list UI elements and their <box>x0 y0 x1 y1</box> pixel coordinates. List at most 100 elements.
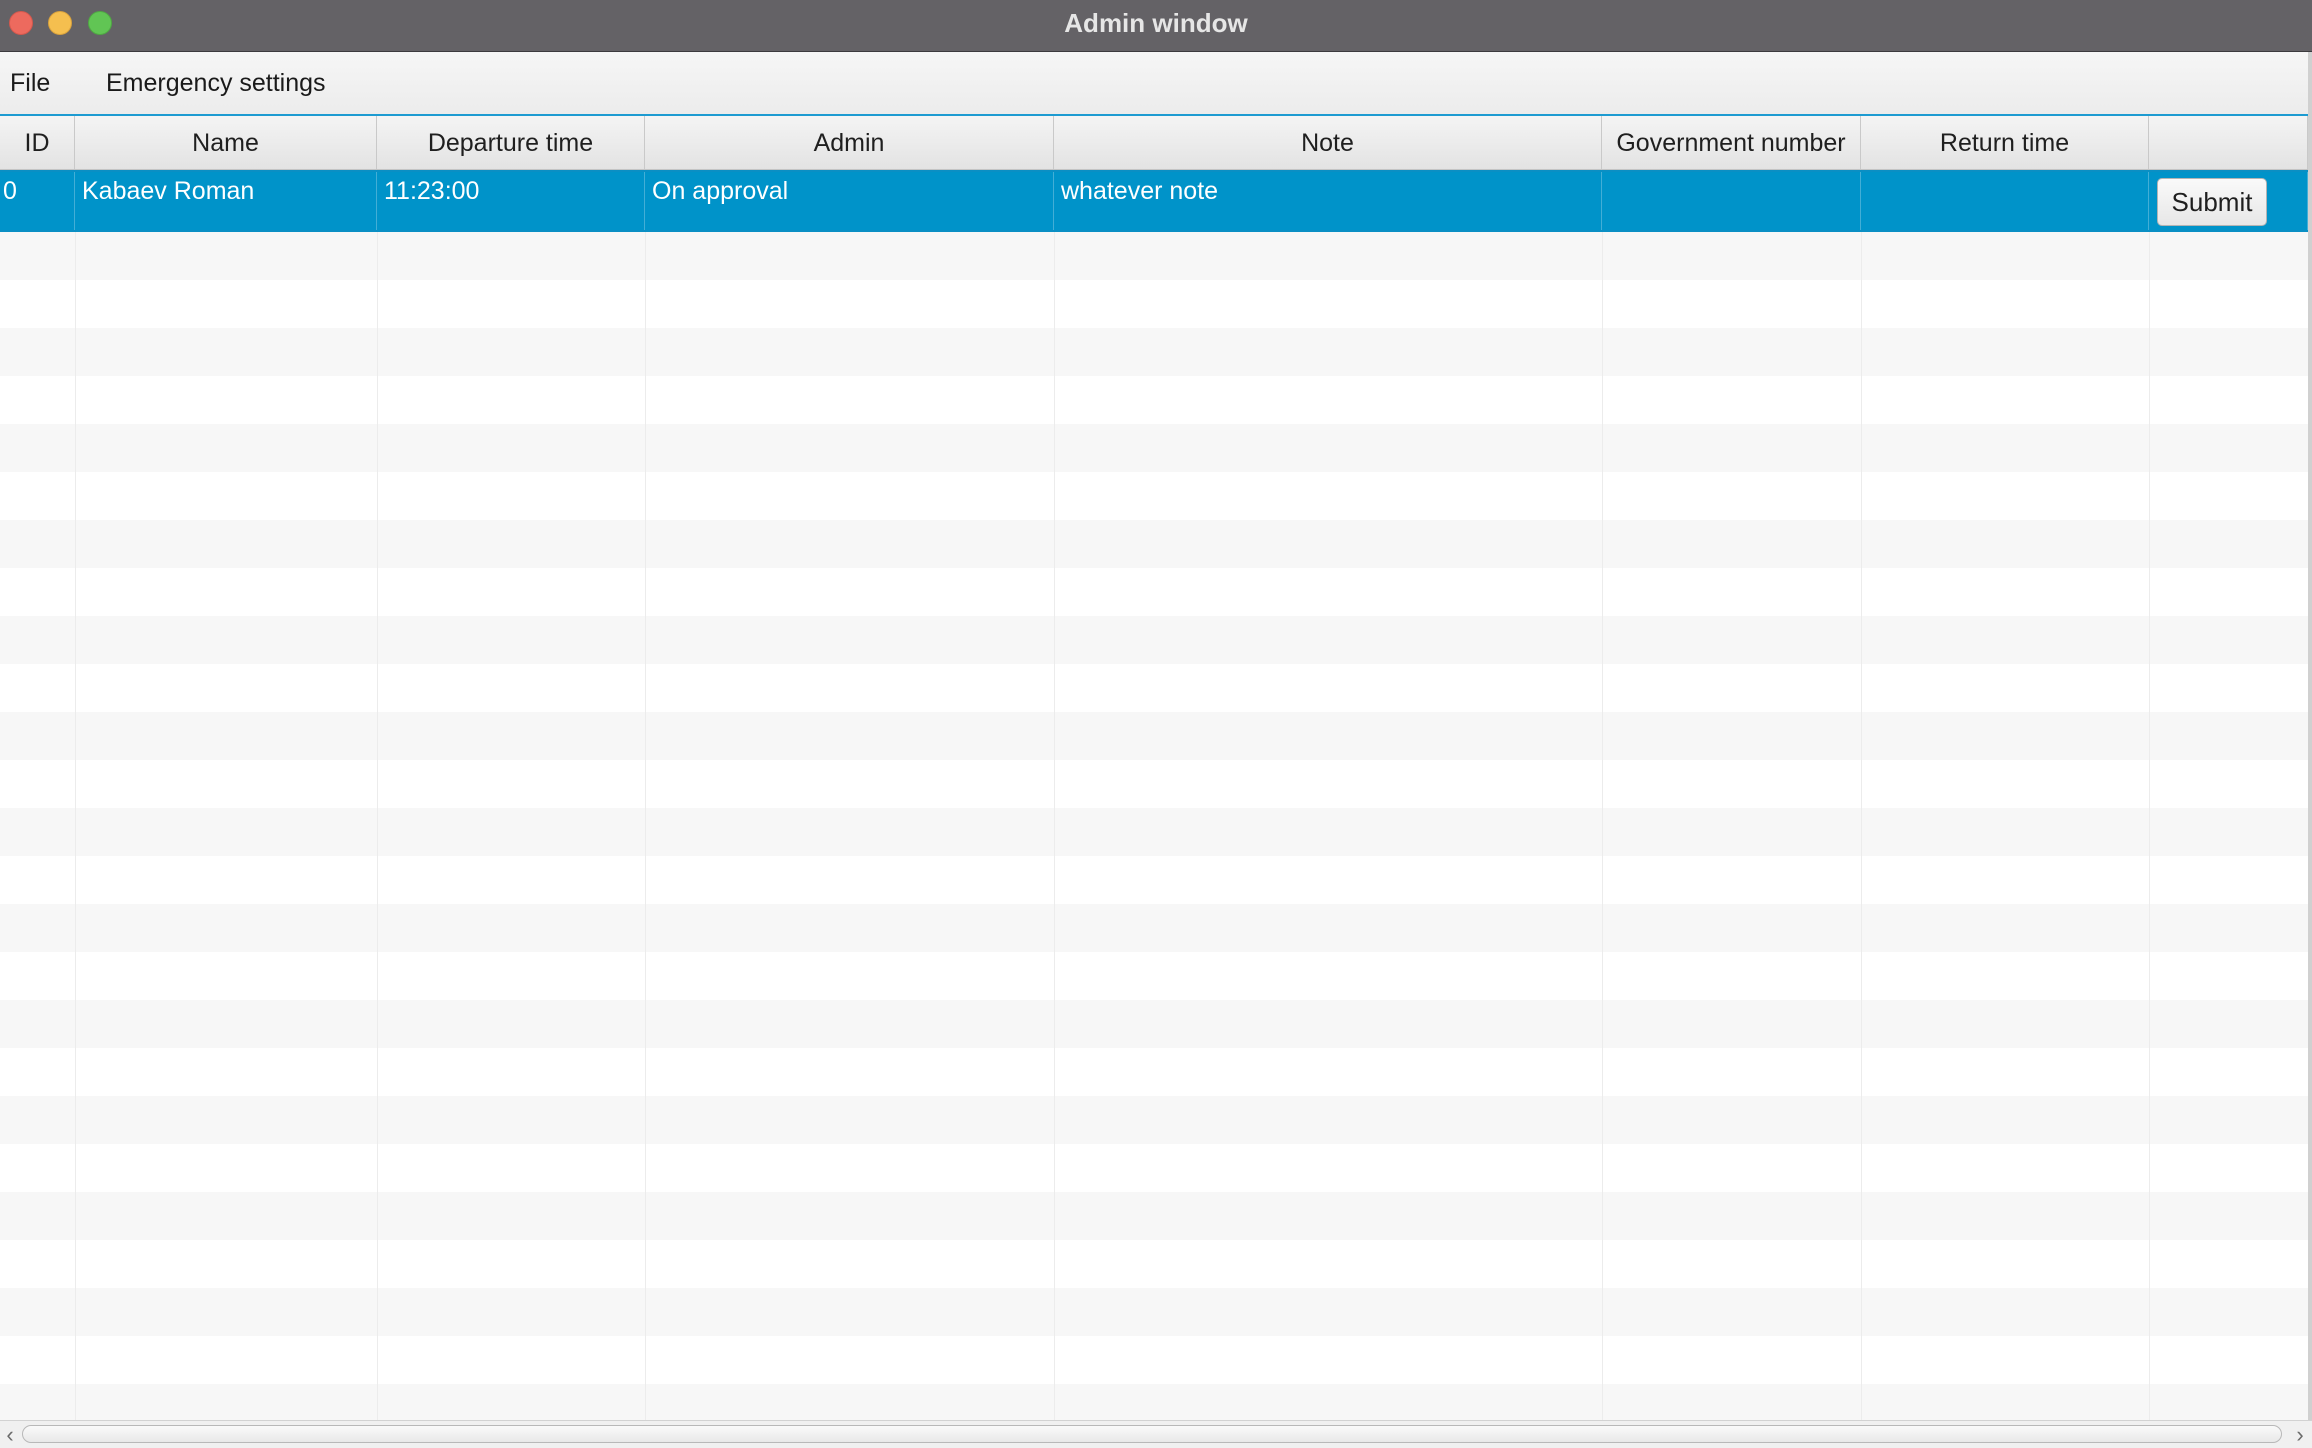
column-divider <box>645 664 646 712</box>
column-divider <box>645 1000 646 1048</box>
column-header-return-time[interactable]: Return time <box>1861 116 2149 169</box>
column-divider <box>377 1240 378 1288</box>
submit-button[interactable]: Submit <box>2157 178 2267 226</box>
column-divider <box>1861 664 1862 712</box>
window-edge <box>2308 52 2312 1448</box>
column-divider <box>75 712 76 760</box>
column-divider <box>1602 712 1603 760</box>
column-divider <box>2149 568 2150 616</box>
column-divider <box>1602 1288 1603 1336</box>
column-divider <box>2149 712 2150 760</box>
column-divider <box>75 760 76 808</box>
column-divider <box>2149 664 2150 712</box>
column-divider <box>1054 1384 1055 1420</box>
column-divider <box>2149 856 2150 904</box>
cell-return-time <box>1861 172 2149 230</box>
column-divider <box>1054 328 1055 376</box>
column-divider <box>75 664 76 712</box>
table-body: 0 Kabaev Roman 11:23:00 On approval what… <box>0 170 2312 1420</box>
column-divider <box>1054 568 1055 616</box>
column-divider <box>75 1384 76 1420</box>
column-divider <box>75 808 76 856</box>
column-divider <box>377 616 378 664</box>
column-divider <box>75 1240 76 1288</box>
column-divider <box>377 280 378 328</box>
column-divider <box>645 328 646 376</box>
empty-table-row <box>0 1000 2312 1048</box>
column-divider <box>377 1384 378 1420</box>
column-divider <box>75 1048 76 1096</box>
empty-table-row <box>0 424 2312 472</box>
column-divider <box>645 568 646 616</box>
empty-table-row <box>0 568 2312 616</box>
column-divider <box>1861 1240 1862 1288</box>
column-header-departure-time[interactable]: Departure time <box>377 116 645 169</box>
column-divider <box>1054 1288 1055 1336</box>
scrollbar-thumb[interactable] <box>22 1425 2282 1443</box>
column-divider <box>2149 1288 2150 1336</box>
column-divider <box>75 1096 76 1144</box>
column-divider <box>1602 664 1603 712</box>
column-divider <box>377 1096 378 1144</box>
menu-file[interactable]: File <box>0 52 60 114</box>
column-divider <box>645 1384 646 1420</box>
column-divider <box>2149 904 2150 952</box>
column-divider <box>1861 1336 1862 1384</box>
empty-table-row <box>0 856 2312 904</box>
column-divider <box>2149 1144 2150 1192</box>
column-divider <box>75 1288 76 1336</box>
column-divider <box>645 1240 646 1288</box>
column-divider <box>1602 568 1603 616</box>
column-divider <box>377 568 378 616</box>
table-header: ID Name Departure time Admin Note Govern… <box>0 116 2312 170</box>
column-divider <box>1602 1048 1603 1096</box>
menu-emergency-settings[interactable]: Emergency settings <box>96 52 336 114</box>
column-divider <box>645 952 646 1000</box>
column-divider <box>377 808 378 856</box>
column-divider <box>75 280 76 328</box>
table-row[interactable]: 0 Kabaev Roman 11:23:00 On approval what… <box>0 170 2312 232</box>
column-divider <box>377 712 378 760</box>
column-divider <box>2149 472 2150 520</box>
scroll-right-arrow-icon[interactable]: › <box>2290 1421 2310 1448</box>
column-divider <box>645 1336 646 1384</box>
column-header-admin[interactable]: Admin <box>645 116 1054 169</box>
horizontal-scrollbar[interactable]: ‹ › <box>0 1420 2312 1448</box>
column-divider <box>377 1288 378 1336</box>
column-divider <box>377 520 378 568</box>
column-divider <box>1602 616 1603 664</box>
column-header-name[interactable]: Name <box>75 116 377 169</box>
empty-table-row <box>0 1336 2312 1384</box>
column-divider <box>377 1000 378 1048</box>
empty-table-row <box>0 760 2312 808</box>
column-divider <box>1602 904 1603 952</box>
column-divider <box>75 616 76 664</box>
empty-table-row <box>0 280 2312 328</box>
column-divider <box>2149 1096 2150 1144</box>
column-divider <box>645 520 646 568</box>
column-divider <box>2149 1336 2150 1384</box>
empty-table-row <box>0 232 2312 280</box>
column-header-action[interactable] <box>2149 116 2308 169</box>
column-divider <box>1602 808 1603 856</box>
title-bar[interactable]: Admin window <box>0 0 2312 52</box>
column-divider <box>2149 376 2150 424</box>
column-divider <box>75 1336 76 1384</box>
scroll-left-arrow-icon[interactable]: ‹ <box>0 1421 20 1448</box>
column-header-note[interactable]: Note <box>1054 116 1602 169</box>
column-divider <box>2149 1048 2150 1096</box>
column-divider <box>1602 376 1603 424</box>
column-divider <box>1861 568 1862 616</box>
column-divider <box>1054 472 1055 520</box>
column-divider <box>1054 856 1055 904</box>
column-divider <box>377 328 378 376</box>
column-divider <box>75 376 76 424</box>
column-divider <box>75 1144 76 1192</box>
column-header-id[interactable]: ID <box>0 116 75 169</box>
column-header-government-number[interactable]: Government number <box>1602 116 1861 169</box>
column-divider <box>1602 952 1603 1000</box>
column-divider <box>1861 1288 1862 1336</box>
column-divider <box>1602 280 1603 328</box>
column-divider <box>1054 424 1055 472</box>
column-divider <box>645 712 646 760</box>
